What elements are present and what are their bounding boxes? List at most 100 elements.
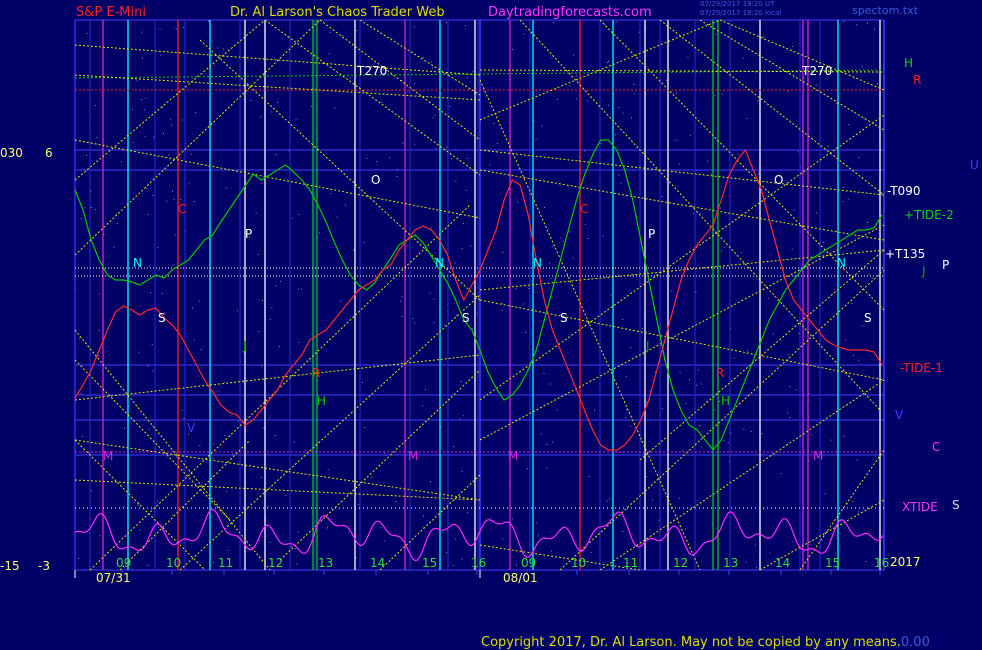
star-dot bbox=[366, 157, 368, 159]
star-dot bbox=[175, 234, 177, 236]
star-dot bbox=[602, 235, 604, 237]
star-dot bbox=[715, 33, 717, 35]
star-dot bbox=[743, 428, 745, 430]
star-dot bbox=[318, 232, 320, 234]
star-dot bbox=[430, 481, 431, 483]
star-dot bbox=[91, 490, 92, 492]
star-dot bbox=[787, 91, 789, 93]
star-dot bbox=[376, 161, 377, 163]
star-dot bbox=[823, 242, 825, 243]
star-dot bbox=[501, 302, 503, 304]
star-dot bbox=[298, 288, 299, 290]
x-tick-label: 11 bbox=[623, 556, 638, 570]
star-dot bbox=[327, 527, 328, 529]
star-dot bbox=[525, 331, 527, 333]
star-dot bbox=[536, 522, 538, 524]
star-dot bbox=[466, 77, 468, 79]
star-dot bbox=[465, 25, 467, 27]
star-dot bbox=[183, 469, 185, 471]
star-dot bbox=[274, 435, 276, 436]
star-dot bbox=[496, 142, 498, 144]
planet-marker: V bbox=[187, 421, 196, 435]
yellow-angle-line bbox=[479, 544, 641, 571]
star-dot bbox=[467, 512, 469, 514]
star-dot bbox=[843, 435, 845, 437]
star-dot bbox=[634, 93, 636, 95]
planet-marker: R bbox=[716, 366, 724, 380]
star-dot bbox=[630, 347, 632, 349]
x-tick-label: 13 bbox=[723, 556, 738, 570]
star-dot bbox=[94, 104, 96, 106]
star-dot bbox=[334, 107, 336, 109]
planet-marker: J bbox=[645, 339, 650, 353]
yellow-angle-line bbox=[799, 449, 885, 571]
star-dot bbox=[181, 409, 183, 411]
star-dot bbox=[763, 508, 764, 510]
star-dot bbox=[277, 101, 278, 103]
star-dot bbox=[853, 355, 854, 357]
star-dot bbox=[271, 307, 273, 309]
star-dot bbox=[719, 400, 720, 402]
star-dot bbox=[257, 254, 259, 255]
star-dot bbox=[876, 83, 878, 85]
star-dot bbox=[688, 379, 690, 381]
star-dot bbox=[646, 401, 648, 403]
star-dot bbox=[227, 549, 229, 551]
star-dot bbox=[572, 54, 574, 56]
star-dot bbox=[700, 383, 702, 385]
star-dot bbox=[390, 37, 392, 39]
planet-marker: C bbox=[580, 202, 588, 216]
star-dot bbox=[217, 47, 219, 49]
star-dot bbox=[588, 476, 590, 478]
star-dot bbox=[139, 529, 141, 531]
star-dot bbox=[213, 443, 215, 445]
star-dot bbox=[148, 428, 150, 430]
star-dot bbox=[181, 119, 183, 121]
star-dot bbox=[136, 80, 138, 82]
star-dot bbox=[852, 500, 854, 502]
star-dot bbox=[461, 558, 463, 560]
star-dot bbox=[658, 519, 660, 521]
star-dot bbox=[90, 190, 92, 192]
star-dot bbox=[493, 122, 495, 124]
star-dot bbox=[585, 223, 587, 225]
x-tick-label: 16 bbox=[874, 556, 889, 570]
x-tick-label: 13 bbox=[318, 556, 333, 570]
star-dot bbox=[444, 324, 446, 326]
star-dot bbox=[86, 32, 88, 34]
star-dot bbox=[501, 310, 503, 311]
star-dot bbox=[364, 427, 366, 428]
star-dot bbox=[95, 209, 96, 211]
star-dot bbox=[682, 450, 684, 452]
star-dot bbox=[797, 151, 799, 153]
star-dot bbox=[85, 154, 87, 156]
star-dot bbox=[624, 417, 626, 419]
star-dot bbox=[225, 187, 227, 189]
star-dot bbox=[538, 344, 540, 346]
star-dot bbox=[543, 373, 545, 374]
star-dot bbox=[445, 551, 447, 553]
star-dot bbox=[168, 154, 170, 156]
star-dot bbox=[661, 196, 663, 197]
star-dot bbox=[461, 248, 463, 250]
star-dot bbox=[295, 548, 296, 550]
star-dot bbox=[384, 452, 386, 454]
star-dot bbox=[137, 504, 139, 506]
tide2-line-day2 bbox=[479, 139, 883, 451]
star-dot bbox=[754, 544, 756, 546]
star-dot bbox=[158, 269, 160, 271]
star-dot bbox=[78, 558, 79, 560]
star-dot bbox=[678, 497, 680, 499]
star-dot bbox=[340, 300, 342, 302]
star-dot bbox=[810, 434, 812, 436]
star-dot bbox=[381, 101, 382, 103]
yellow-angle-line bbox=[659, 19, 885, 196]
star-dot bbox=[451, 158, 453, 160]
star-dot bbox=[421, 405, 423, 407]
planet-marker: N bbox=[837, 256, 846, 270]
star-dot bbox=[200, 349, 202, 350]
planet-marker: O bbox=[774, 173, 783, 187]
star-dot bbox=[192, 307, 193, 309]
star-dot bbox=[380, 527, 382, 529]
star-dot bbox=[263, 427, 265, 428]
